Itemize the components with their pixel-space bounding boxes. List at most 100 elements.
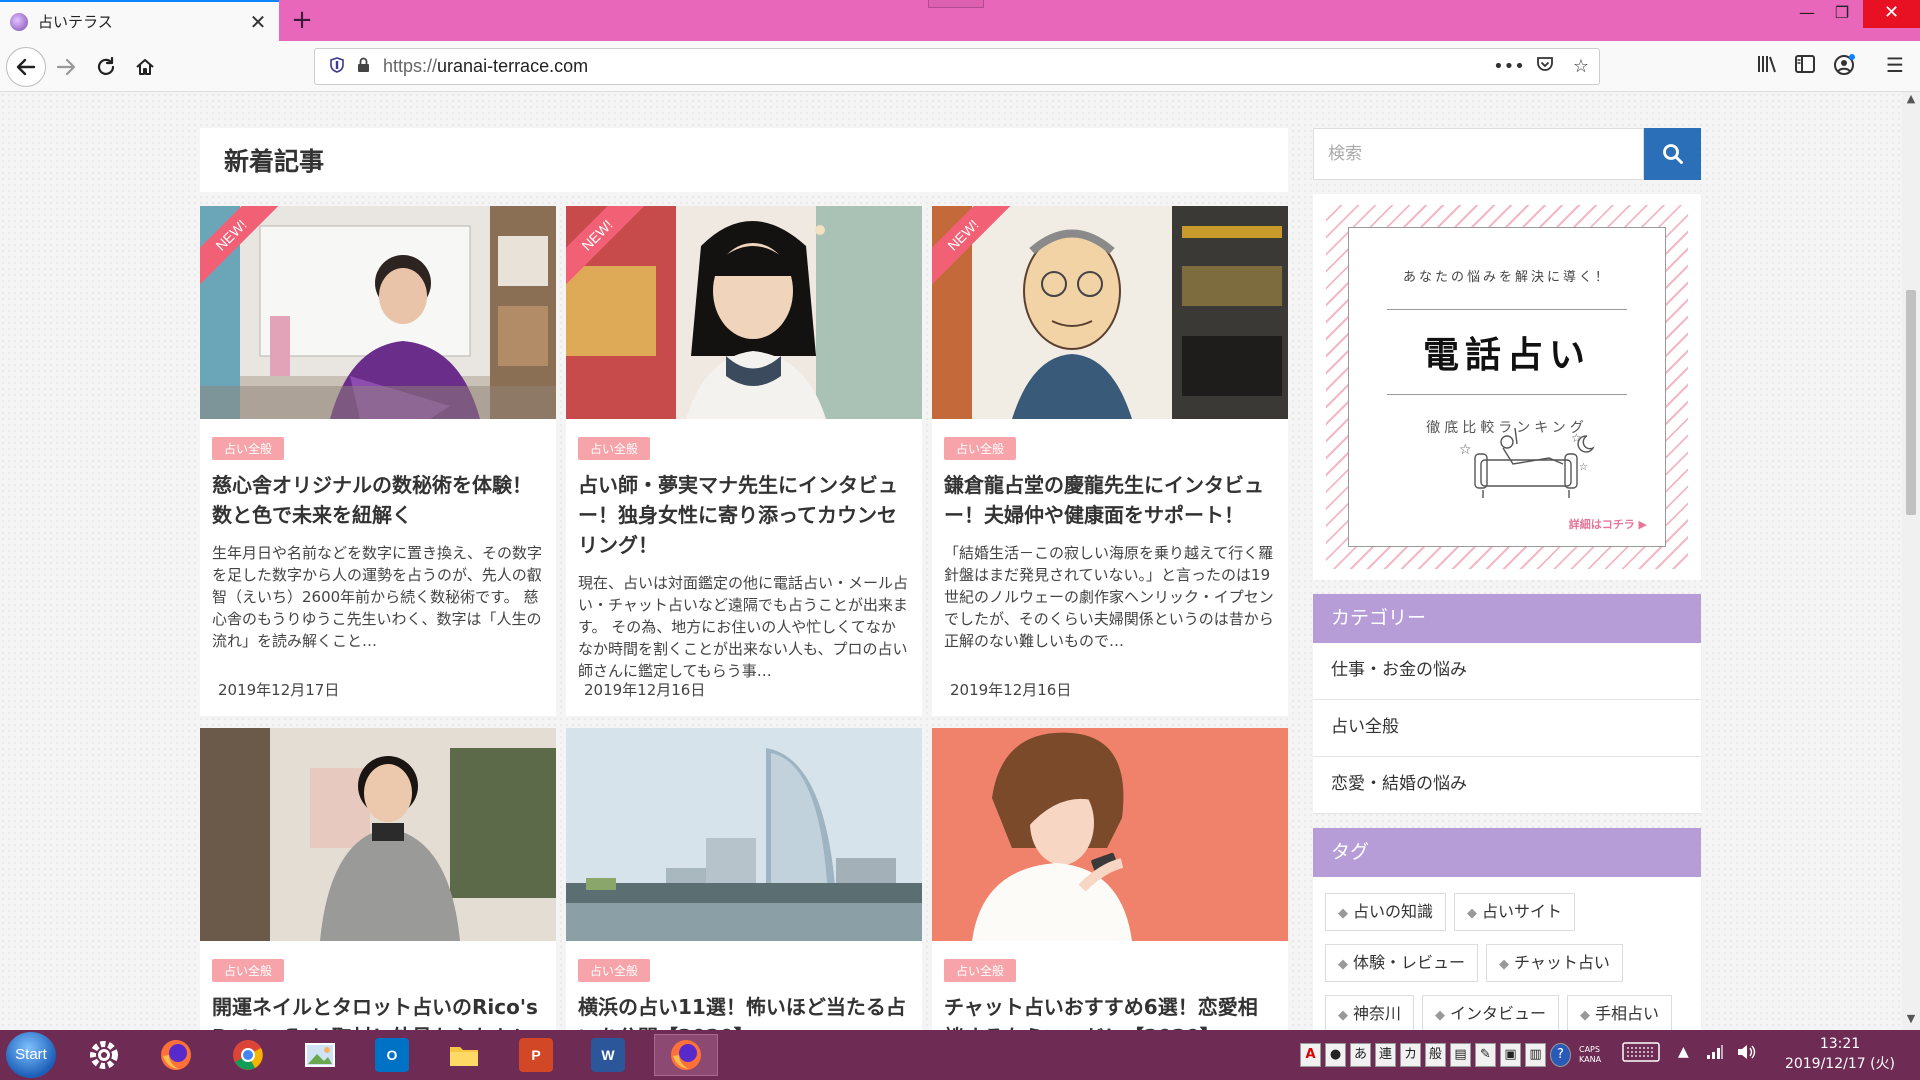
photos-icon[interactable]: [288, 1034, 352, 1076]
tag-link[interactable]: ◆ インタビュー: [1422, 995, 1560, 1030]
banner-card[interactable]: あなたの悩みを解決に導く！ 電話占い 徹底比較ランキング ☆ ☆ ☆ 詳細はコチ…: [1348, 227, 1666, 547]
article-card[interactable]: 占い全般 チャット占いおすすめ6選！恋愛相談するならココだ！【2020】: [932, 728, 1288, 1030]
svg-text:☆: ☆: [1459, 442, 1472, 458]
padlock-icon[interactable]: [351, 57, 375, 77]
clock-date: 2019/12/17 (火): [1784, 1056, 1896, 1072]
bookmark-star-icon[interactable]: ☆: [1563, 56, 1599, 77]
scrollbar-thumb[interactable]: [1906, 290, 1916, 515]
article-thumbnail[interactable]: [200, 728, 556, 941]
category-link[interactable]: 恋愛・結婚の悩み: [1313, 757, 1701, 814]
library-icon[interactable]: [1752, 53, 1782, 80]
tag-link[interactable]: ◆ 神奈川: [1325, 995, 1415, 1030]
category-badge[interactable]: 占い全般: [212, 959, 285, 982]
ime-key[interactable]: あ: [1350, 1043, 1371, 1067]
ime-dictionary-icon[interactable]: ▣: [1500, 1043, 1521, 1067]
tag-widget: タグ ◆ 占いの知識 ◆ 占いサイト ◆ 体験・レビュー ◆ チャット占い ◆ 神奈川 ◆…: [1313, 828, 1701, 1030]
url-text[interactable]: https://uranai-terrace.com: [383, 56, 1491, 77]
article-title[interactable]: 慈心舎オリジナルの数秘術を体験！数と色で未来を紐解く: [212, 470, 544, 530]
forward-arrow-icon[interactable]: [48, 49, 84, 85]
ime-pad-icon[interactable]: ▤: [1450, 1043, 1471, 1067]
volume-icon[interactable]: [1736, 1044, 1756, 1064]
ime-toolbar: A ● あ 連 カ 般 ▤ ✎ ▣ ▥ ? CAPS KANA: [1300, 1038, 1613, 1072]
scroll-down-arrow-icon[interactable]: ▼: [1902, 1012, 1920, 1030]
article-thumbnail[interactable]: NEW!: [566, 206, 922, 419]
article-card[interactable]: 占い全般 開運ネイルとタロット占いのRico's Butterflyに取材！外見…: [200, 728, 556, 1030]
search-icon: [1662, 144, 1683, 164]
explorer-icon[interactable]: [432, 1034, 496, 1076]
tag-link[interactable]: ◆ 占いサイト: [1454, 893, 1576, 931]
system-clock[interactable]: 13:21 2019/12/17 (火): [1770, 1034, 1910, 1074]
pocket-icon[interactable]: [1527, 55, 1563, 78]
tag-link[interactable]: ◆ 体験・レビュー: [1325, 944, 1479, 982]
category-link[interactable]: 占い全般: [1313, 700, 1701, 757]
article-title[interactable]: チャット占いおすすめ6選！恋愛相談するならココだ！【2020】: [944, 992, 1276, 1030]
firefox-icon[interactable]: [654, 1034, 718, 1076]
category-badge[interactable]: 占い全般: [578, 959, 651, 982]
settings-icon[interactable]: [72, 1034, 136, 1076]
sidebar-toggle-icon[interactable]: [1790, 53, 1820, 80]
home-icon[interactable]: [127, 49, 163, 85]
tracking-protection-shield-icon[interactable]: [323, 56, 351, 77]
tab-close-icon[interactable]: ✕: [247, 10, 269, 34]
article-title[interactable]: 占い師・夢実マナ先生にインタビュー！独身女性に寄り添ってカウンセリング！: [578, 470, 910, 560]
tag-link[interactable]: ◆ 占いの知識: [1325, 893, 1447, 931]
banner-details-link[interactable]: 詳細はコチラ ▶: [1569, 516, 1647, 532]
category-badge[interactable]: 占い全般: [578, 437, 651, 460]
article-card[interactable]: 占い全般 横浜の占い11選！怖いほど当たる占いを公開【2020】: [566, 728, 922, 1030]
article-title[interactable]: 横浜の占い11選！怖いほど当たる占いを公開【2020】: [578, 992, 910, 1030]
tag-link[interactable]: ◆ 手相占い: [1567, 995, 1673, 1030]
back-arrow-icon[interactable]: [6, 47, 46, 87]
window-close-icon[interactable]: ✕: [1863, 0, 1920, 28]
phone-fortune-banner[interactable]: あなたの悩みを解決に導く！ 電話占い 徹底比較ランキング ☆ ☆ ☆ 詳細はコチ…: [1313, 194, 1701, 580]
network-signal-icon[interactable]: [1706, 1044, 1724, 1064]
reload-icon[interactable]: [88, 49, 124, 85]
category-link[interactable]: 仕事・お金の悩み: [1313, 643, 1701, 700]
chrome-icon[interactable]: [216, 1034, 280, 1076]
site-favicon-icon: [10, 12, 28, 31]
ime-mode-icon[interactable]: ●: [1325, 1043, 1346, 1067]
scroll-up-arrow-icon[interactable]: ▲: [1902, 92, 1920, 110]
article-thumbnail[interactable]: NEW!: [932, 206, 1288, 419]
page-scrollbar[interactable]: ▲ ▼: [1902, 92, 1920, 1030]
tag-link[interactable]: ◆ チャット占い: [1486, 944, 1623, 982]
hamburger-menu-icon[interactable]: ☰: [1880, 53, 1910, 77]
article-title[interactable]: 開運ネイルとタロット占いのRico's Butterflyに取材！外見も心もキレ…: [212, 992, 544, 1030]
article-card[interactable]: NEW! 占い全般 慈心舎オリジナルの数秘術を体験！数と色で未来を紐解く 生年月…: [200, 206, 556, 716]
article-thumbnail[interactable]: [566, 728, 922, 941]
category-badge[interactable]: 占い全般: [212, 437, 285, 460]
ime-key[interactable]: カ: [1400, 1043, 1421, 1067]
ime-help-icon[interactable]: ?: [1550, 1043, 1571, 1067]
ime-handwriting-icon[interactable]: ✎: [1475, 1043, 1496, 1067]
article-card[interactable]: NEW! 占い全般 占い師・夢実マナ先生にインタビュー！独身女性に寄り添ってカウ…: [566, 206, 922, 716]
show-hidden-icons-chevron-icon[interactable]: ▲: [1678, 1044, 1689, 1060]
article-date: 2019年12月16日: [584, 681, 706, 699]
word-icon[interactable]: W: [576, 1034, 640, 1076]
search-button[interactable]: [1644, 128, 1701, 180]
banner-title: 電話占い: [1387, 309, 1627, 395]
window-drag-handle[interactable]: [928, 0, 984, 8]
category-badge[interactable]: 占い全般: [944, 959, 1017, 982]
browser-tab-active[interactable]: 占いテラス ✕: [0, 0, 279, 41]
page-actions-more-icon[interactable]: •••: [1491, 56, 1527, 77]
address-bar[interactable]: https://uranai-terrace.com ••• ☆: [314, 48, 1600, 85]
ime-tools-icon[interactable]: ▥: [1525, 1043, 1546, 1067]
category-badge[interactable]: 占い全般: [944, 437, 1017, 460]
article-card[interactable]: NEW! 占い全般 鎌倉龍占堂の慶龍先生にインタビュー！夫婦仲や健康面をサポート…: [932, 206, 1288, 716]
article-thumbnail[interactable]: NEW!: [200, 206, 556, 419]
start-button[interactable]: Start: [6, 1032, 56, 1078]
new-tab-plus-icon[interactable]: +: [286, 4, 318, 36]
ime-key[interactable]: 般: [1425, 1043, 1446, 1067]
article-thumbnail[interactable]: [932, 728, 1288, 941]
powerpoint-icon[interactable]: P: [504, 1034, 568, 1076]
acrobat-icon[interactable]: A: [1300, 1043, 1321, 1067]
article-title[interactable]: 鎌倉龍占堂の慶龍先生にインタビュー！夫婦仲や健康面をサポート！: [944, 470, 1276, 530]
ime-key[interactable]: 連: [1375, 1043, 1396, 1067]
caps-kana-indicator: CAPS KANA: [1579, 1045, 1602, 1064]
outlook-icon[interactable]: O: [360, 1034, 424, 1076]
article-excerpt: 「結婚生活－この寂しい海原を乗り越えて行く羅針盤はまだ発見されていない。」と言っ…: [944, 544, 1274, 650]
firefox-icon[interactable]: [144, 1034, 208, 1076]
search-input[interactable]: [1313, 128, 1644, 180]
account-icon[interactable]: [1830, 53, 1860, 82]
window-restore-icon[interactable]: ❐: [1819, 0, 1865, 28]
keyboard-icon[interactable]: [1622, 1040, 1660, 1068]
